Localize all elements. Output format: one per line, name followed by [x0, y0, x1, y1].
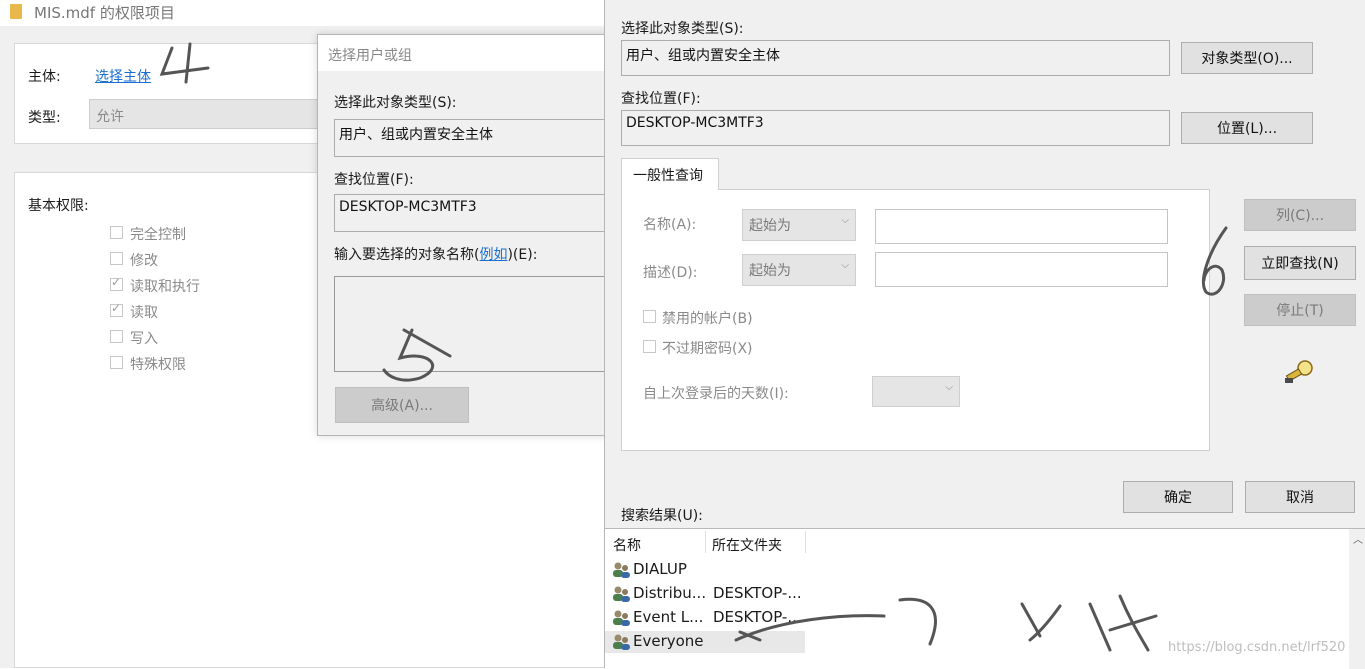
- disabled-accounts-label: 禁用的帐户(B): [662, 311, 753, 327]
- perm-label: 读取和执行: [130, 279, 200, 295]
- col-header-folder[interactable]: 所在文件夹: [712, 535, 782, 555]
- results-row[interactable]: Everyone: [605, 631, 805, 653]
- perm-checkbox[interactable]: [110, 275, 123, 291]
- col-header-name[interactable]: 名称: [613, 535, 641, 555]
- desc-input[interactable]: [875, 252, 1168, 287]
- adv-object-type-label: 选择此对象类型(S):: [621, 21, 744, 37]
- scroll-up-icon[interactable]: ︿: [1353, 531, 1363, 546]
- vertical-scrollbar[interactable]: ︿: [1349, 529, 1365, 669]
- object-type-label: 选择此对象类型(S):: [334, 95, 457, 111]
- result-name: Event L...: [633, 608, 704, 626]
- perm-checkbox[interactable]: [110, 330, 123, 343]
- results-header: 名称 所在文件夹: [605, 529, 806, 555]
- results-label: 搜索结果(U):: [621, 508, 703, 524]
- find-now-button[interactable]: 立即查找(N): [1244, 246, 1356, 280]
- enter-names-label: 输入要选择的对象名称(例如)(E):: [334, 244, 537, 264]
- columns-button[interactable]: 列(C)...: [1244, 199, 1356, 231]
- names-textarea[interactable]: [334, 276, 624, 372]
- principal-label: 主体:: [28, 69, 61, 85]
- perm-checkbox[interactable]: [110, 356, 123, 369]
- perm-checkbox[interactable]: [110, 226, 123, 239]
- select-principal-link[interactable]: 选择主体: [95, 66, 151, 86]
- query-panel: 名称(A): 起始为 ⌵ 描述(D): 起始为 ⌵ 禁用的帐户(B) 不过期密码…: [621, 189, 1210, 451]
- perm-label: 完全控制: [130, 227, 186, 243]
- chevron-down-icon: ⌵: [841, 260, 849, 271]
- result-name: Everyone: [633, 632, 704, 650]
- adv-object-type-field: 用户、组或内置安全主体: [621, 40, 1170, 76]
- cancel-button[interactable]: 取消: [1245, 481, 1355, 513]
- location-field: DESKTOP-MC3MTF3: [334, 194, 624, 232]
- desc-combo[interactable]: 起始为 ⌵: [742, 254, 856, 286]
- result-name: Distribu...: [633, 584, 707, 602]
- chevron-down-icon: ⌵: [841, 215, 849, 226]
- non-expiring-label: 不过期密码(X): [662, 341, 753, 357]
- advanced-dialog: 选择此对象类型(S): 用户、组或内置安全主体 对象类型(O)... 查找位置(…: [604, 0, 1365, 669]
- dialog-title: 选择用户或组: [328, 48, 412, 64]
- desc-label: 描述(D):: [643, 265, 698, 281]
- non-expiring-checkbox[interactable]: [643, 340, 656, 353]
- select-user-dialog: 选择用户或组 选择此对象类型(S): 用户、组或内置安全主体 查找位置(F): …: [317, 34, 624, 436]
- group-users-icon: [613, 610, 630, 626]
- days-label: 自上次登录后的天数(I):: [643, 386, 789, 402]
- ok-button[interactable]: 确定: [1123, 481, 1233, 513]
- window-title: MIS.mdf 的权限项目: [34, 4, 175, 22]
- tab-label: 一般性查询: [633, 168, 703, 184]
- type-select[interactable]: 允许: [89, 99, 319, 129]
- object-type-field: 用户、组或内置安全主体: [334, 119, 624, 157]
- perm-checkbox[interactable]: [110, 252, 123, 265]
- type-value: 允许: [96, 109, 124, 125]
- perm-label: 修改: [130, 253, 158, 269]
- advanced-button[interactable]: 高级(A)...: [335, 387, 469, 423]
- examples-link[interactable]: 例如: [479, 247, 507, 263]
- days-combo[interactable]: ⌵: [872, 376, 960, 407]
- enter-names-suffix: )(E):: [507, 247, 538, 263]
- basic-perms-label: 基本权限:: [28, 198, 89, 214]
- result-name: DIALUP: [633, 560, 687, 578]
- disabled-accounts-checkbox[interactable]: [643, 310, 656, 323]
- folder-icon: [10, 4, 22, 19]
- stop-button[interactable]: 停止(T): [1244, 294, 1356, 326]
- group-users-icon: [613, 634, 630, 650]
- perm-checkbox[interactable]: [110, 301, 123, 317]
- enter-names-prefix: 输入要选择的对象名称(: [334, 247, 480, 263]
- col-divider: [805, 531, 806, 553]
- desc-combo-value: 起始为: [749, 263, 791, 279]
- perm-label: 读取: [130, 305, 158, 321]
- name-label: 名称(A):: [643, 217, 697, 233]
- tab-common-queries[interactable]: 一般性查询: [621, 158, 719, 190]
- group-users-icon: [613, 562, 630, 578]
- window-titlebar: MIS.mdf 的权限项目: [0, 0, 610, 26]
- perm-label: 写入: [130, 331, 158, 347]
- name-combo-value: 起始为: [749, 218, 791, 234]
- watermark: https://blog.csdn.net/lrf520: [1168, 640, 1346, 655]
- results-row[interactable]: Event L... DESKTOP-...: [605, 607, 805, 629]
- adv-location-field: DESKTOP-MC3MTF3: [621, 110, 1170, 146]
- type-label: 类型:: [28, 110, 61, 126]
- dialog-titlebar: 选择用户或组: [318, 35, 618, 71]
- search-flashlight-icon: [1285, 360, 1313, 383]
- col-divider: [705, 531, 706, 553]
- results-row[interactable]: DIALUP: [605, 559, 805, 581]
- locations-button[interactable]: 位置(L)...: [1181, 112, 1313, 144]
- result-folder: DESKTOP-...: [713, 608, 802, 626]
- location-label: 查找位置(F):: [334, 172, 414, 188]
- results-row[interactable]: Distribu... DESKTOP-...: [605, 583, 805, 605]
- perm-label: 特殊权限: [130, 357, 186, 373]
- name-combo[interactable]: 起始为 ⌵: [742, 209, 856, 241]
- name-input[interactable]: [875, 209, 1168, 244]
- group-users-icon: [613, 586, 630, 602]
- adv-location-label: 查找位置(F):: [621, 91, 701, 107]
- result-folder: DESKTOP-...: [713, 584, 802, 602]
- object-types-button[interactable]: 对象类型(O)...: [1181, 42, 1313, 74]
- chevron-down-icon: ⌵: [945, 382, 953, 393]
